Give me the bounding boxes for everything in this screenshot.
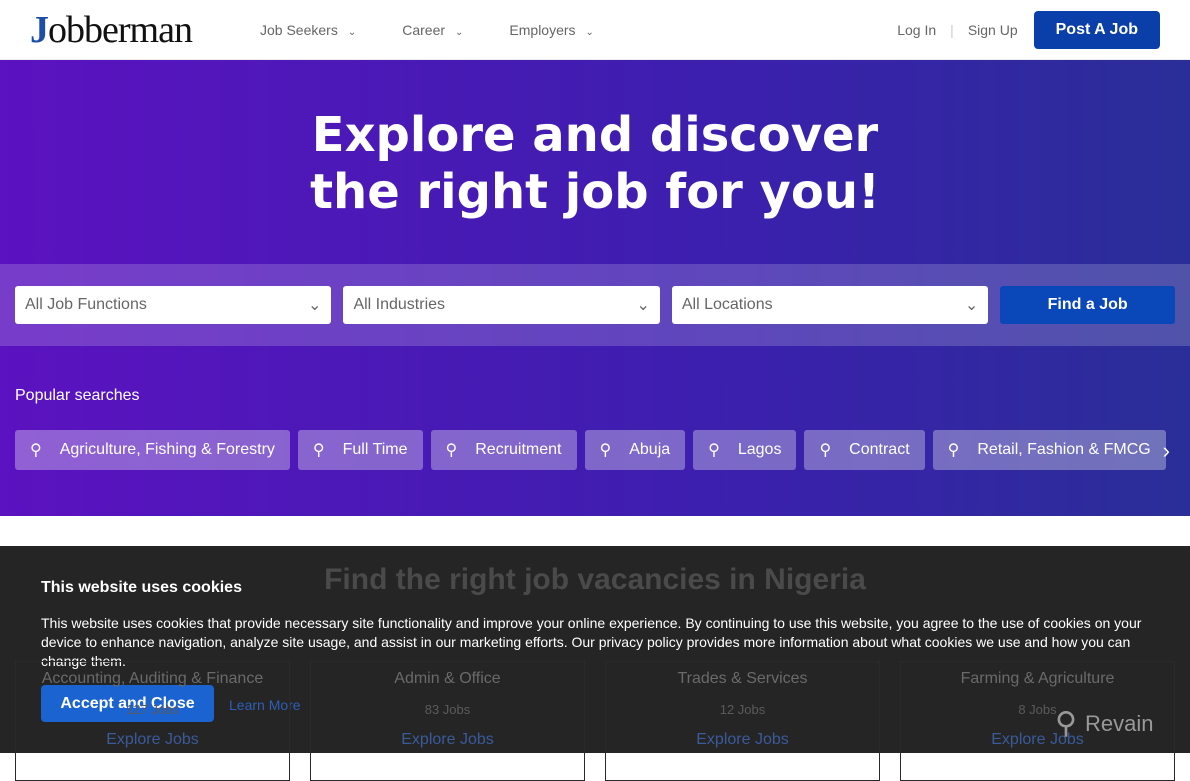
login-link[interactable]: Log In — [897, 22, 936, 38]
hero: Explore and discover the right job for yo… — [0, 60, 1190, 516]
chip[interactable]: ⚲ Lagos — [693, 430, 797, 470]
menu-label: Career — [402, 21, 446, 38]
chevron-down-icon: ⌄ — [347, 26, 357, 38]
chip-label: Full Time — [342, 441, 408, 458]
search-icon: ⚲ — [599, 442, 612, 459]
category-card[interactable]: Trades & Services 12 Jobs Explore Jobs — [605, 661, 880, 781]
menu-label: Job Seekers — [260, 21, 338, 38]
search-icon: ⚲ — [445, 442, 458, 459]
chip[interactable]: ⚲ Full Time — [297, 430, 423, 470]
category-card[interactable]: Accounting, Auditing & Finance 127 Jobs Ex… — [15, 661, 290, 781]
chip-label: Recruitment — [475, 441, 562, 458]
search-icon: ⚲ — [819, 442, 832, 459]
chip[interactable]: ⚲ Retail, Fashion & FMCG — [932, 430, 1166, 470]
job-function-select[interactable]: All Job Functions ⌄ — [15, 286, 332, 324]
revain-watermark: ⚲ Revain — [1055, 706, 1153, 741]
category-card[interactable]: Admin & Office 83 Jobs Explore Jobs — [310, 661, 585, 781]
explore-link[interactable]: Explore Jobs — [311, 731, 584, 749]
explore-link[interactable]: Explore Jobs — [16, 731, 289, 749]
search-icon: ⚲ — [708, 442, 720, 459]
card-title: Farming & Agriculture — [960, 670, 1115, 687]
chip-label: Agriculture, Fishing & Forestry — [59, 441, 275, 458]
select-value: All Industries — [353, 296, 446, 313]
search-icon: ⚲ — [30, 442, 42, 459]
chevron-down-icon: ⌄ — [308, 297, 322, 314]
chip-label: Lagos — [737, 441, 782, 458]
title-line: Explore and discover — [311, 107, 879, 163]
chip-label: Retail, Fashion & FMCG — [977, 441, 1151, 458]
chip[interactable]: ⚲ Abuja — [584, 430, 686, 470]
divider: | — [950, 21, 954, 38]
chip-label: Abuja — [629, 441, 671, 458]
signup-link[interactable]: Sign Up — [968, 22, 1018, 38]
popular-chips: ⚲ Agriculture, Fishing & Forestry ⚲ Full T… — [15, 430, 1166, 470]
menu-career[interactable]: Career ⌄ — [402, 22, 463, 38]
find-job-button[interactable]: Find a Job — [1000, 286, 1175, 324]
card-title: Admin & Office — [394, 670, 501, 687]
card-count: 127 Jobs — [126, 702, 179, 717]
search-icon: ⚲ — [947, 442, 960, 459]
logo[interactable]: Jobberman — [30, 8, 230, 52]
hero-title: Explore and discover the right job for yo… — [0, 107, 1190, 221]
chevron-down-icon: ⌄ — [455, 26, 464, 38]
post-job-button[interactable]: Post A Job — [1033, 10, 1160, 49]
select-value: All Job Functions — [25, 296, 147, 313]
chip-label: Contract — [849, 441, 910, 458]
popular-searches-label: Popular searches — [15, 387, 140, 404]
menu-job-seekers[interactable]: Job Seekers ⌄ — [260, 22, 356, 38]
cookie-title: This website uses cookies — [41, 579, 242, 596]
explore-link[interactable]: Explore Jobs — [606, 731, 879, 749]
chevron-down-icon: ⌄ — [585, 26, 594, 38]
menu-employers[interactable]: Employers ⌄ — [509, 22, 594, 38]
card-title: Trades & Services — [677, 670, 808, 687]
select-value: All Locations — [681, 296, 773, 313]
revain-logo-icon: ⚲ — [1055, 707, 1077, 740]
chip[interactable]: ⚲ Contract — [804, 430, 925, 470]
watermark-text: Revain — [1084, 710, 1154, 736]
chevron-down-icon: ⌄ — [636, 297, 650, 314]
card-count: 12 Jobs — [719, 702, 766, 717]
chip[interactable]: ⚲ Recruitment — [430, 430, 577, 470]
chevron-right-icon[interactable]: › — [1163, 438, 1170, 464]
industry-select[interactable]: All Industries ⌄ — [343, 286, 660, 324]
search-icon: ⚲ — [312, 442, 325, 459]
card-count: 83 Jobs — [424, 702, 471, 717]
chevron-down-icon: ⌄ — [964, 297, 979, 314]
title-line: the right job for you! — [310, 164, 880, 220]
top-nav: Jobberman Job Seekers ⌄ Career ⌄ Employers… — [0, 0, 1190, 60]
card-title: Accounting, Auditing & Finance — [41, 670, 264, 687]
menu-label: Employers — [509, 21, 576, 38]
chip[interactable]: ⚲ Agriculture, Fishing & Forestry — [15, 430, 290, 470]
location-select[interactable]: All Locations ⌄ — [671, 286, 989, 324]
search-bar: All Job Functions ⌄ All Industries ⌄ All L… — [0, 264, 1190, 346]
